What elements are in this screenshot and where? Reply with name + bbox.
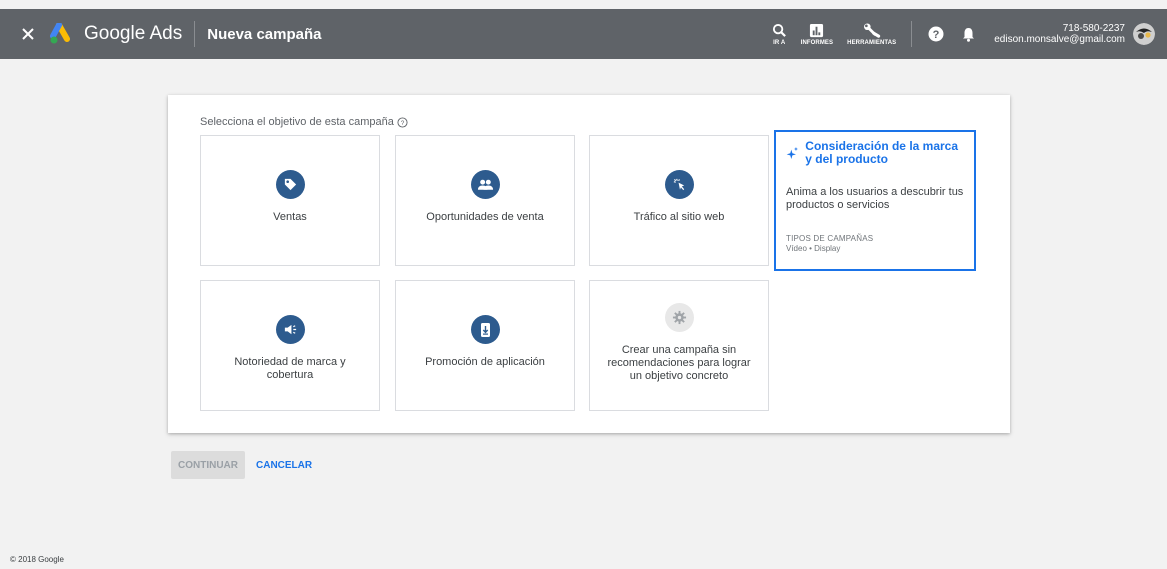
phone-download-icon: [470, 315, 500, 344]
gear-icon: [664, 303, 694, 332]
campaign-types-heading: TIPOS DE CAMPAÑAS: [786, 234, 874, 243]
goal-label: Crear una campaña sin recomendaciones pa…: [607, 344, 751, 382]
divider: [911, 21, 913, 47]
reports-button[interactable]: INFORMES: [801, 23, 833, 46]
cursor-click-icon: [664, 170, 694, 199]
megaphone-icon: [275, 315, 305, 344]
help-icon[interactable]: ?: [926, 24, 946, 44]
continue-button[interactable]: CONTINUAR: [171, 451, 245, 479]
avatar[interactable]: [1133, 23, 1155, 45]
goal-tile-leads[interactable]: Oportunidades de venta: [395, 135, 575, 266]
goal-label: Notoriedad de marca y cobertura: [234, 356, 346, 381]
reports-label: INFORMES: [800, 39, 834, 46]
go-to-button[interactable]: IR A: [772, 23, 787, 46]
top-bar: Google Ads Nueva campaña IR A INFORMES H…: [0, 9, 1167, 59]
people-icon: [470, 170, 500, 199]
goal-tile-brand-awareness[interactable]: Notoriedad de marca y cobertura: [200, 280, 380, 411]
goal-prompt-text: Selecciona el objetivo de esta campaña: [200, 116, 394, 128]
goal-label: Oportunidades de venta: [426, 211, 544, 223]
goal-tile-no-goal[interactable]: Crear una campaña sin recomendaciones pa…: [589, 280, 769, 411]
svg-text:?: ?: [401, 119, 405, 126]
goal-label: Ventas: [273, 211, 307, 223]
search-icon: [772, 23, 786, 37]
account-info[interactable]: 718-580-2237 edison.monsalve@gmail.com: [994, 23, 1125, 45]
cancel-button[interactable]: CANCELAR: [256, 451, 312, 479]
campaign-types: Vídeo • Display: [786, 244, 841, 253]
goal-label: Promoción de aplicación: [425, 356, 545, 368]
selected-goal-description: Anima a los usuarios a descubrir tus pro…: [786, 186, 964, 211]
tools-label: HERRAMIENTAS: [847, 39, 897, 46]
help-outline-icon[interactable]: ?: [397, 116, 408, 128]
tools-button[interactable]: HERRAMIENTAS: [847, 22, 897, 46]
tag-icon: [275, 170, 305, 199]
wrench-icon: [863, 22, 880, 38]
footer-copyright: © 2018 Google: [10, 555, 64, 564]
page-title: Nueva campaña: [207, 25, 322, 43]
goal-tile-traffic[interactable]: Tráfico al sitio web: [589, 135, 769, 266]
account-phone: 718-580-2237: [1062, 23, 1125, 34]
account-email: edison.monsalve@gmail.com: [994, 34, 1125, 45]
goal-tile-sales[interactable]: Ventas: [200, 135, 380, 266]
go-to-label: IR A: [773, 39, 786, 46]
goal-prompt: Selecciona el objetivo de esta campaña ?: [200, 116, 408, 128]
svg-text:?: ?: [933, 29, 940, 41]
goal-label: Tráfico al sitio web: [633, 211, 725, 223]
sparkle-icon: [786, 147, 798, 159]
close-icon[interactable]: [18, 24, 38, 44]
divider: [194, 21, 196, 47]
goal-tile-app-promotion[interactable]: Promoción de aplicación: [395, 280, 575, 411]
bell-icon[interactable]: [958, 24, 978, 44]
brand-name: Google Ads: [84, 23, 183, 44]
google-ads-logo-icon: [50, 22, 76, 45]
campaign-goal-card: Selecciona el objetivo de esta campaña ?…: [168, 95, 1010, 433]
goal-tile-brand-consideration[interactable]: Consideración de la marca y del producto…: [774, 130, 976, 271]
reports-icon: [810, 23, 824, 37]
selected-goal-title: Consideración de la marca y del producto: [805, 139, 959, 166]
